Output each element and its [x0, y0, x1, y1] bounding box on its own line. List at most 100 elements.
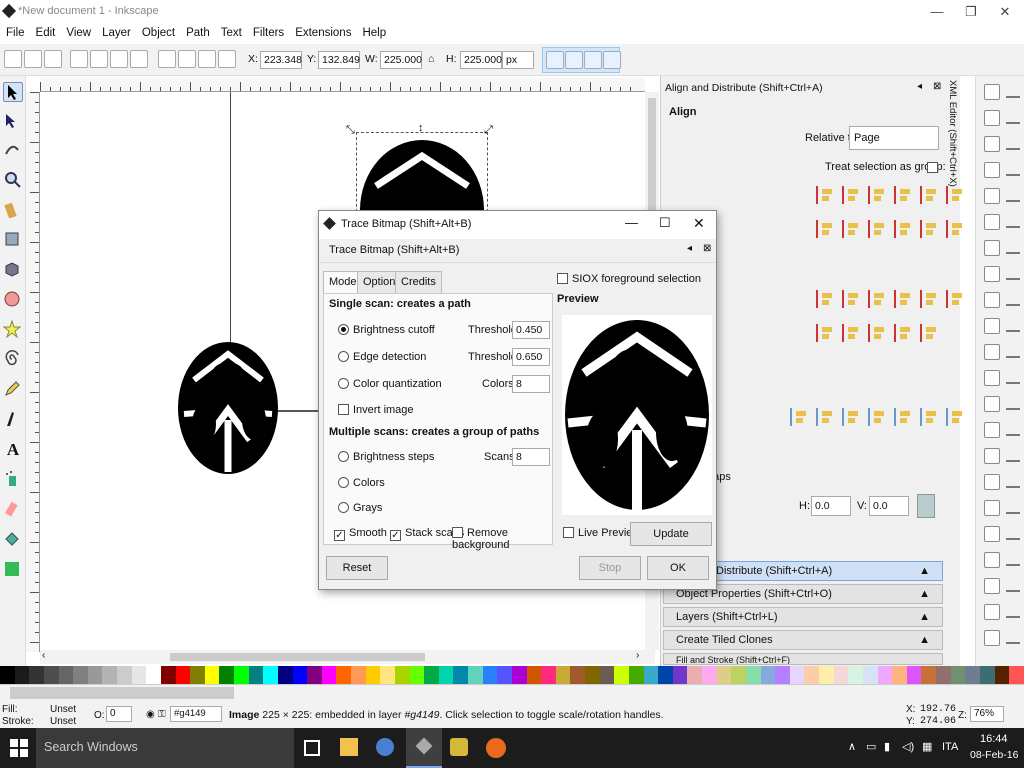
align-option-icon[interactable]: [816, 290, 834, 308]
palette-swatch[interactable]: [409, 666, 425, 684]
palette-swatch[interactable]: [848, 666, 863, 684]
3d-box-tool-icon[interactable]: [3, 260, 23, 280]
palette-swatch[interactable]: [950, 666, 966, 684]
command-icon[interactable]: [984, 604, 1000, 620]
palette-swatch[interactable]: [336, 666, 351, 684]
move-gradients-icon[interactable]: [584, 51, 602, 69]
colors-scan-option[interactable]: Colors: [338, 477, 385, 489]
palette-swatch[interactable]: [73, 666, 88, 684]
horizontal-scroll-thumb[interactable]: [170, 653, 425, 661]
palette-swatch[interactable]: [438, 666, 454, 684]
palette-swatch[interactable]: [424, 666, 439, 684]
menu-edit[interactable]: Edit: [30, 24, 61, 39]
palette-swatch[interactable]: [526, 666, 542, 684]
palette-swatch[interactable]: [658, 666, 673, 684]
tab-credits[interactable]: Credits: [395, 271, 442, 293]
panel-iconify-icon[interactable]: ◂: [917, 81, 922, 92]
palette-swatch[interactable]: [614, 666, 629, 684]
palette-swatch[interactable]: [819, 666, 834, 684]
scale-stroke-icon[interactable]: [546, 51, 564, 69]
palette-swatch[interactable]: [979, 666, 995, 684]
colors-scan-radio[interactable]: [338, 477, 349, 488]
color-quantization-option[interactable]: Color quantization: [338, 378, 442, 390]
command-icon[interactable]: [984, 526, 1000, 542]
command-icon[interactable]: [984, 552, 1000, 568]
remove-overlaps-button[interactable]: [917, 494, 935, 518]
align-option-icon[interactable]: [842, 324, 860, 342]
palette-swatch[interactable]: [102, 666, 117, 684]
zoom-tool-icon[interactable]: [3, 170, 23, 190]
menu-text[interactable]: Text: [215, 24, 247, 39]
scale-handle-n-icon[interactable]: ↕: [418, 122, 424, 134]
palette-swatch[interactable]: [511, 666, 527, 684]
command-icon[interactable]: [984, 214, 1000, 230]
node-tool-icon[interactable]: [3, 112, 23, 132]
palette-swatch[interactable]: [43, 666, 59, 684]
palette-swatch[interactable]: [570, 666, 585, 684]
snap-control-icon[interactable]: [1006, 190, 1020, 202]
palette-swatch[interactable]: [862, 666, 878, 684]
palette-swatch[interactable]: [263, 666, 278, 684]
align-option-icon[interactable]: [894, 408, 912, 426]
palette-swatch[interactable]: [277, 666, 293, 684]
palette-swatch[interactable]: [292, 666, 308, 684]
unit-select[interactable]: px: [502, 51, 534, 69]
y-input[interactable]: 132.849: [318, 51, 360, 69]
scale-handle-ne-icon[interactable]: ⤢: [484, 124, 493, 137]
close-button[interactable]: ✕: [988, 2, 1022, 22]
palette-swatch[interactable]: [789, 666, 805, 684]
language-indicator[interactable]: ITA: [942, 741, 958, 753]
task-view-icon[interactable]: [304, 740, 320, 756]
snap-control-icon[interactable]: [1006, 320, 1020, 332]
paint-bucket-tool-icon[interactable]: [3, 530, 23, 550]
scale-handle-nw-icon[interactable]: ⤡: [346, 124, 355, 137]
command-icon[interactable]: [984, 370, 1000, 386]
menu-filters[interactable]: Filters: [247, 24, 289, 39]
menu-object[interactable]: Object: [136, 24, 180, 39]
siox-option[interactable]: SIOX foreground selection: [557, 273, 701, 285]
palette-swatch[interactable]: [585, 666, 600, 684]
palette-swatch[interactable]: [248, 666, 264, 684]
raise-icon[interactable]: [178, 50, 196, 68]
panel-close-icon[interactable]: ⊠: [933, 81, 941, 92]
palette-swatch[interactable]: [87, 666, 103, 684]
menu-help[interactable]: Help: [356, 24, 391, 39]
gradient-tool-icon[interactable]: [3, 560, 23, 580]
command-icon[interactable]: [984, 136, 1000, 152]
clock-date[interactable]: 08-Feb-16: [970, 749, 1018, 761]
align-option-icon[interactable]: [894, 186, 912, 204]
smooth-checkbox[interactable]: ✓: [334, 530, 345, 541]
ellipse-tool-icon[interactable]: [3, 290, 23, 310]
snap-control-icon[interactable]: [1006, 606, 1020, 618]
spiral-tool-icon[interactable]: [3, 350, 23, 370]
command-icon[interactable]: [984, 266, 1000, 282]
update-button[interactable]: Update: [630, 522, 712, 546]
command-icon[interactable]: [984, 292, 1000, 308]
stop-button[interactable]: Stop: [579, 556, 641, 580]
xml-editor-tab[interactable]: XML Editor (Shift+Ctrl+X): [944, 80, 958, 640]
lower-icon[interactable]: [198, 50, 216, 68]
align-option-icon[interactable]: [868, 290, 886, 308]
palette-swatch[interactable]: [365, 666, 381, 684]
star-tool-icon[interactable]: [2, 319, 23, 340]
scroll-left-icon[interactable]: ‹: [42, 650, 45, 661]
dialog-maximize-button[interactable]: ☐: [659, 215, 671, 231]
align-option-icon[interactable]: [920, 408, 938, 426]
align-option-icon[interactable]: [868, 186, 886, 204]
palette-swatch[interactable]: [117, 666, 132, 684]
menu-view[interactable]: View: [60, 24, 96, 39]
palette-swatch[interactable]: [745, 666, 761, 684]
reset-button[interactable]: Reset: [326, 556, 388, 580]
palette-scrollbar[interactable]: [10, 687, 234, 699]
palette-swatch[interactable]: [936, 666, 951, 684]
palette-swatch[interactable]: [131, 666, 147, 684]
menu-layer[interactable]: Layer: [96, 24, 136, 39]
dialog-minimize-button[interactable]: —: [625, 215, 638, 230]
snap-control-icon[interactable]: [1006, 268, 1020, 280]
menu-path[interactable]: Path: [180, 24, 215, 39]
color-quantization-radio[interactable]: [338, 378, 349, 389]
snap-control-icon[interactable]: [1006, 450, 1020, 462]
palette-swatch[interactable]: [380, 666, 395, 684]
align-option-icon[interactable]: [920, 220, 938, 238]
command-icon[interactable]: [984, 448, 1000, 464]
